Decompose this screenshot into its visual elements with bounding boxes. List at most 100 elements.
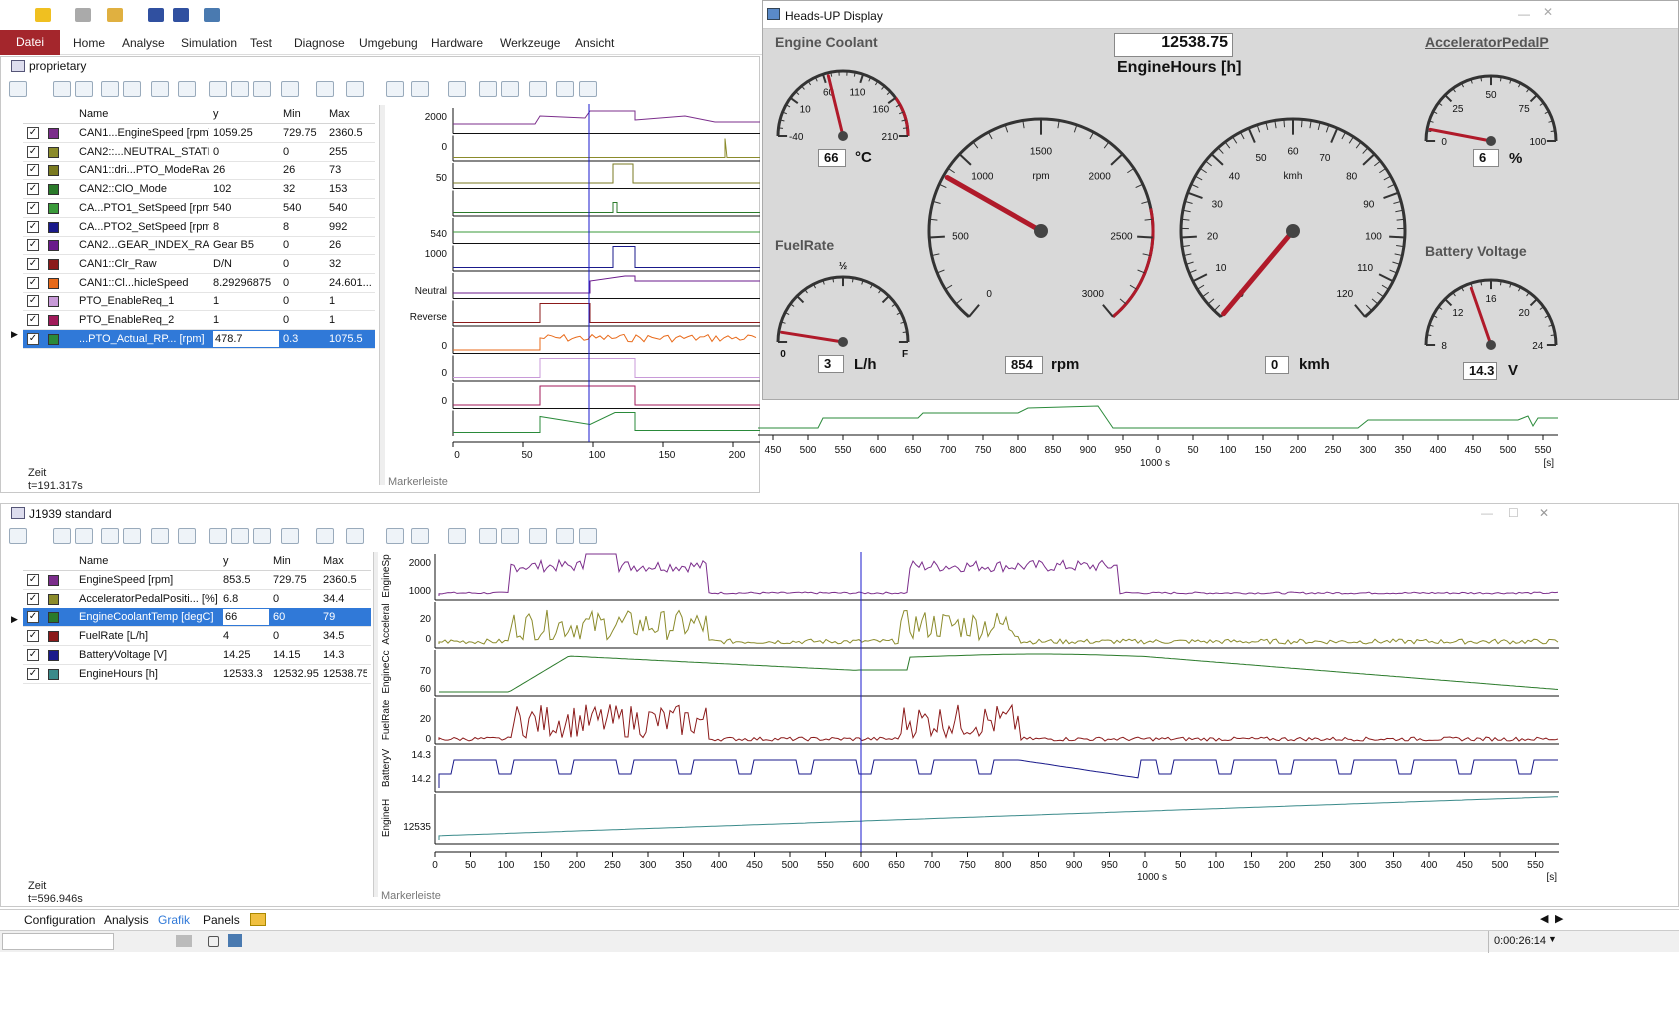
next-icon[interactable]	[411, 81, 429, 97]
line-type-icon[interactable]	[151, 528, 169, 544]
color-swatch[interactable]	[48, 146, 59, 158]
table-row[interactable]: ✓ CAN1...EngineSpeed [rpm] 1059.25 729.75 23…	[23, 124, 375, 143]
table-row[interactable]: ✓ EngineSpeed [rpm] 853.5 729.75 2360.5	[23, 571, 371, 590]
table-row[interactable]: ✓ FuelRate [L/h] 4 0 34.5	[23, 627, 371, 647]
multi-axis-icon[interactable]	[75, 528, 93, 544]
color-swatch[interactable]	[48, 593, 59, 605]
window-layout-icon[interactable]	[448, 528, 466, 544]
marker-icon[interactable]	[346, 81, 364, 97]
zoom-fit-icon[interactable]	[253, 528, 271, 544]
signal-plot-area[interactable]: EngineSp Acceleral EngineCc FuelRate Battery…	[379, 552, 1677, 887]
signal-plot-area[interactable]: 2000 0 50 540 1000 Neutral Reverse 0 0 0 0 50 100 150…	[385, 104, 760, 469]
visibility-checkbox[interactable]: ✓	[27, 239, 39, 252]
show-signals-icon[interactable]	[53, 528, 71, 544]
color-swatch[interactable]	[48, 202, 59, 214]
redo-icon[interactable]	[501, 528, 519, 544]
menu-werkzeuge[interactable]: Werkzeuge	[500, 36, 560, 50]
tab-grafik[interactable]: Grafik	[158, 913, 190, 927]
menu-diagnose[interactable]: Diagnose	[294, 36, 345, 50]
marker-icon[interactable]	[346, 528, 364, 544]
visibility-checkbox[interactable]: ✓	[27, 667, 39, 680]
table-row[interactable]: ✓ CA...PTO2_SetSpeed [rpm] 8 8 992	[23, 218, 375, 237]
minimize-icon[interactable]: —	[1518, 7, 1530, 21]
table-row[interactable]: ✓ CAN2::...NEUTRAL_STATE 0 0 255	[23, 143, 375, 162]
visibility-checkbox[interactable]: ✓	[27, 127, 39, 139]
measure-icon[interactable]	[178, 81, 196, 97]
splitter[interactable]	[373, 552, 378, 897]
visibility-checkbox[interactable]: ✓	[27, 611, 39, 624]
next-icon[interactable]	[411, 528, 429, 544]
status-input[interactable]	[2, 933, 114, 950]
cursor-icon[interactable]	[316, 81, 334, 97]
visibility-checkbox[interactable]: ✓	[27, 164, 39, 177]
column-y[interactable]: y	[213, 108, 219, 120]
color-swatch[interactable]	[48, 612, 59, 624]
visibility-checkbox[interactable]: ✓	[27, 332, 39, 345]
visibility-checkbox[interactable]: ✓	[27, 183, 39, 196]
stop-icon[interactable]	[208, 936, 219, 947]
graph-icon[interactable]	[101, 81, 119, 97]
graph-icon[interactable]	[101, 528, 119, 544]
visibility-checkbox[interactable]: ✓	[27, 276, 39, 289]
column-max[interactable]: Max	[329, 108, 350, 120]
color-swatch[interactable]	[48, 649, 59, 661]
zoom-in-icon[interactable]	[231, 81, 249, 97]
table-row[interactable]: ✓ BatteryVoltage [V] 14.25 14.15 14.3	[23, 646, 371, 665]
config-icon[interactable]	[579, 528, 597, 544]
table-row[interactable]: ✓ CAN1::dri...PTO_ModeRaw 26 26 73	[23, 161, 375, 181]
column-name[interactable]: Name	[79, 555, 108, 567]
zoom-in-icon[interactable]	[231, 528, 249, 544]
scale-icon[interactable]	[123, 81, 141, 97]
undo-icon[interactable]	[479, 81, 497, 97]
layout-icon[interactable]	[9, 528, 27, 544]
zoom-out-icon[interactable]	[209, 528, 227, 544]
visibility-checkbox[interactable]: ✓	[27, 630, 39, 643]
color-swatch[interactable]	[48, 631, 59, 643]
open-folder-icon[interactable]	[107, 8, 123, 22]
export-chart-icon[interactable]	[556, 81, 574, 97]
log-icon[interactable]	[228, 934, 242, 947]
chart-options-icon[interactable]	[281, 528, 299, 544]
undo-icon[interactable]	[479, 528, 497, 544]
visibility-checkbox[interactable]: ✓	[27, 201, 39, 214]
color-swatch[interactable]	[48, 575, 59, 586]
color-swatch[interactable]	[48, 315, 59, 326]
table-row[interactable]: ✓ ...PTO_Actual_RP... [rpm] 478.7 0.3 1075.5	[23, 329, 375, 349]
color-swatch[interactable]	[48, 333, 59, 345]
copy-icon[interactable]	[75, 8, 91, 22]
table-row[interactable]: ✓ PTO_EnableReq_1 1 0 1	[23, 292, 375, 312]
column-y[interactable]: y	[223, 555, 229, 567]
table-row[interactable]: ✓ CAN2...GEAR_INDEX_RAW Gear B5 0 26	[23, 236, 375, 256]
visibility-checkbox[interactable]: ✓	[27, 314, 39, 326]
export-chart-icon[interactable]	[556, 528, 574, 544]
visibility-checkbox[interactable]: ✓	[27, 648, 39, 661]
color-swatch[interactable]	[48, 240, 59, 252]
table-row[interactable]: ✓ CAN1::Cl...hicleSpeed 8.29296875 0 24.601.…	[23, 274, 375, 293]
menu-test[interactable]: Test	[250, 36, 272, 50]
prev-icon[interactable]	[386, 81, 404, 97]
column-min[interactable]: Min	[283, 108, 301, 120]
table-row[interactable]: ✓ EngineHours [h] 12533.3 12532.95 12538.75	[23, 665, 371, 684]
new-tab-icon[interactable]	[250, 913, 266, 926]
chart-options-icon[interactable]	[281, 81, 299, 97]
measure-icon[interactable]	[178, 528, 196, 544]
column-name[interactable]: Name	[79, 108, 108, 120]
table-row[interactable]: ✓ EngineCoolantTemp [degC] 66 60 79	[23, 608, 371, 628]
close-icon[interactable]: ✕	[1543, 5, 1553, 19]
color-swatch[interactable]	[48, 165, 59, 177]
menu-analyse[interactable]: Analyse	[122, 36, 165, 50]
chevron-down-icon[interactable]: ▼	[1548, 934, 1557, 944]
visibility-checkbox[interactable]: ✓	[27, 574, 39, 586]
visibility-checkbox[interactable]: ✓	[27, 257, 39, 270]
config-icon[interactable]	[579, 81, 597, 97]
line-type-icon[interactable]	[151, 81, 169, 97]
redo-icon[interactable]	[501, 81, 519, 97]
minimize-icon[interactable]: —	[1481, 506, 1493, 520]
color-swatch[interactable]	[48, 296, 59, 308]
scroll-left-icon[interactable]: ◀	[1540, 912, 1548, 925]
color-swatch[interactable]	[48, 277, 59, 289]
tab-panels[interactable]: Panels	[203, 913, 240, 927]
table-row[interactable]: ✓ CA...PTO1_SetSpeed [rpm] 540 540 540	[23, 199, 375, 218]
save-all-icon[interactable]	[173, 8, 189, 22]
color-swatch[interactable]	[48, 258, 59, 270]
